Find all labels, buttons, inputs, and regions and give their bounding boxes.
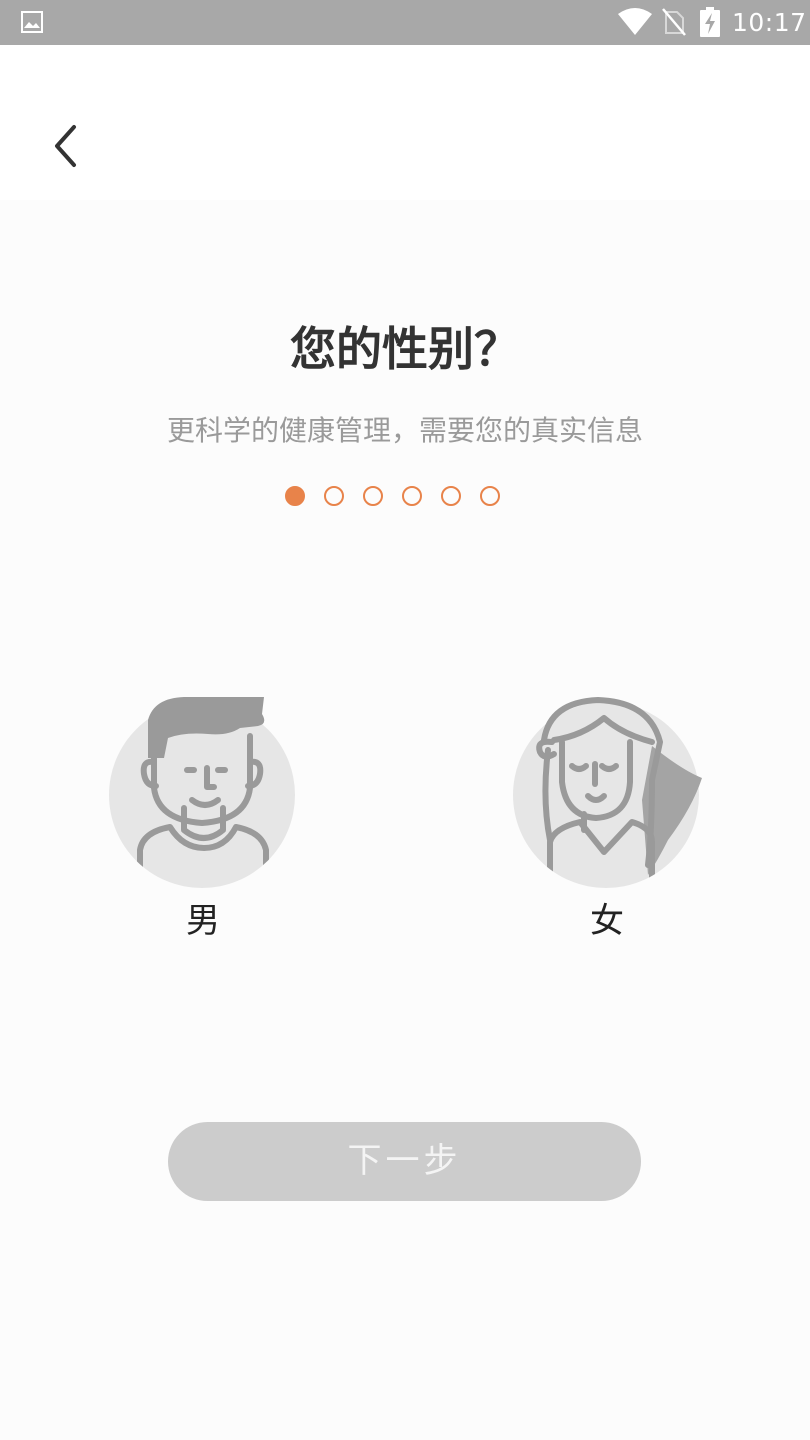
status-bar: 10:17 [0, 0, 810, 45]
back-button[interactable] [40, 120, 92, 172]
page-subtitle: 更科学的健康管理，需要您的真实信息 [166, 414, 643, 447]
step-dot-3 [363, 486, 383, 506]
gender-label-female: 女 [590, 901, 624, 941]
wifi-icon [618, 8, 652, 35]
battery-charging-icon [700, 7, 720, 37]
gender-label-male: 男 [186, 901, 220, 941]
step-dot-5 [441, 486, 461, 506]
page-title: 您的性别？ [290, 322, 520, 376]
step-dot-1 [285, 486, 305, 506]
no-sim-icon [662, 8, 686, 36]
female-avatar-icon [513, 697, 702, 888]
header [0, 45, 810, 200]
status-time: 10:17 [732, 8, 807, 37]
next-button[interactable]: 下一步 [168, 1122, 641, 1201]
gender-option-male[interactable]: 男 [88, 690, 318, 960]
step-indicator [285, 486, 500, 510]
step-dot-2 [324, 486, 344, 506]
gallery-icon [21, 11, 43, 33]
step-dot-4 [402, 486, 422, 506]
chevron-left-icon [55, 125, 76, 167]
gender-option-female[interactable]: 女 [492, 690, 722, 960]
male-avatar-icon [109, 697, 295, 888]
step-dot-6 [480, 486, 500, 506]
